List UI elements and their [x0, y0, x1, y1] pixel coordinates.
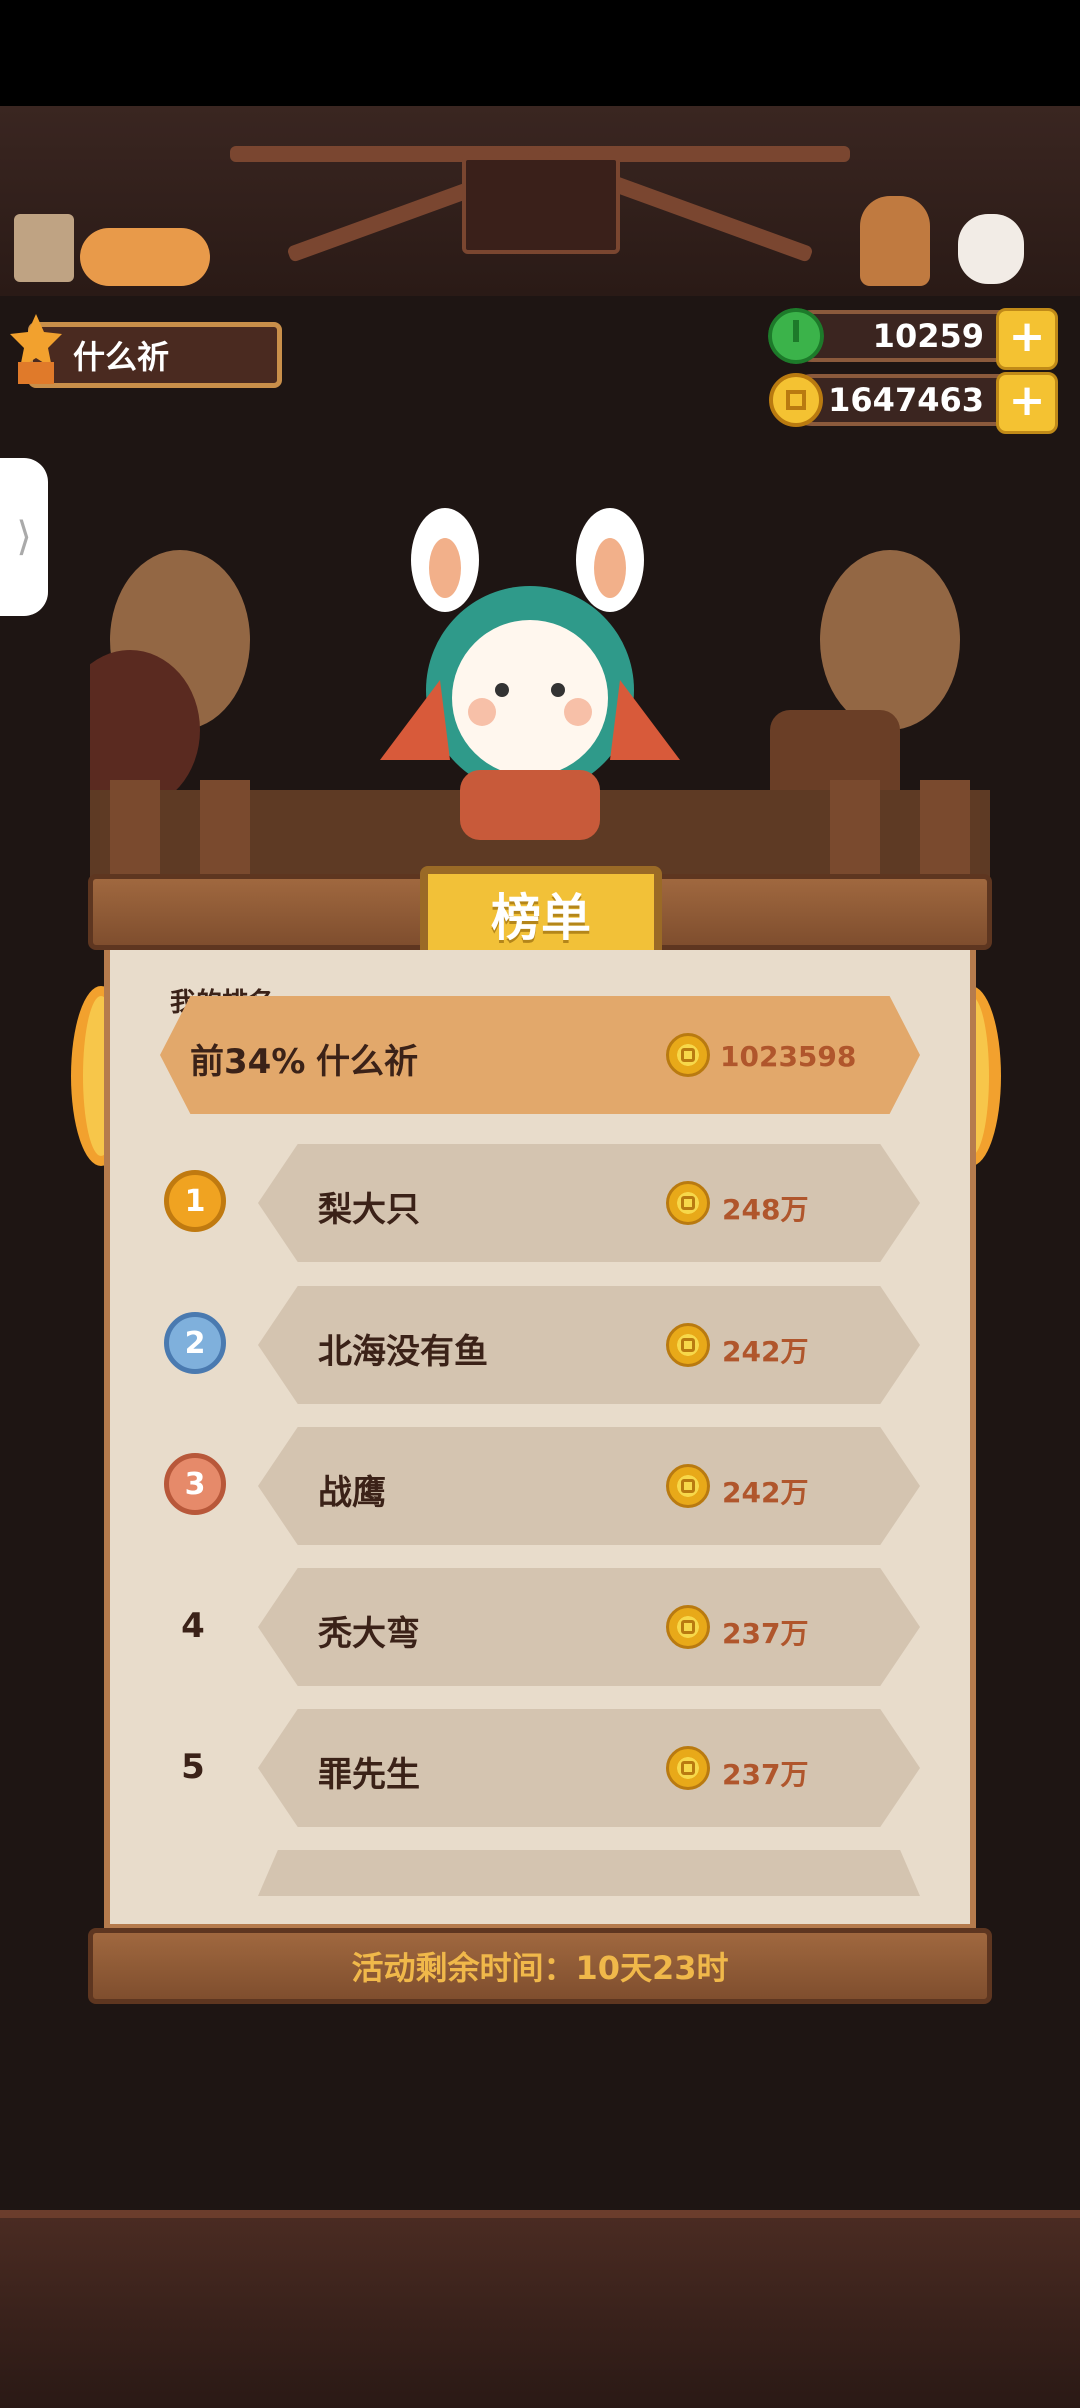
- rank-row-6-partial: [258, 1850, 920, 1896]
- medal-icon: 1: [164, 1170, 226, 1232]
- rank-score: 248万: [722, 1193, 809, 1226]
- rank-score: 242万: [722, 1335, 809, 1368]
- user-name-box[interactable]: 什么祈: [28, 322, 282, 388]
- coin-icon: [666, 1605, 710, 1649]
- add-gems-button[interactable]: +: [996, 308, 1058, 370]
- coin-icon: [769, 373, 823, 427]
- add-coins-button[interactable]: +: [996, 372, 1058, 434]
- gem-icon: [768, 308, 824, 364]
- my-rank-percent: 前34%: [190, 1042, 306, 1082]
- side-drawer-tab[interactable]: ⟩: [0, 458, 48, 616]
- rank-name: 罪先生: [318, 1755, 420, 1795]
- gem-count: 10259: [872, 317, 984, 355]
- rank-name: 战鹰: [318, 1473, 386, 1513]
- coin-icon: [666, 1181, 710, 1225]
- coin-counter: 1647463 +: [769, 372, 1058, 434]
- medal-icon: 2: [164, 1312, 226, 1374]
- my-rank-score: 1023598: [720, 1040, 857, 1073]
- rank-score: 237万: [722, 1758, 809, 1791]
- event-time-remaining: 活动剩余时间：10天23时: [88, 1928, 992, 2004]
- rank-name: 秃大弯: [318, 1614, 420, 1654]
- roof-decoration: [0, 106, 1080, 306]
- coin-icon: [666, 1033, 710, 1077]
- rank-name: 北海没有鱼: [318, 1332, 488, 1372]
- coin-icon: [666, 1746, 710, 1790]
- chevron-right-icon: ⟩: [16, 514, 32, 560]
- my-rank-name: 什么祈: [316, 1042, 418, 1082]
- rank-score: 242万: [722, 1476, 809, 1509]
- plus-icon: +: [1008, 311, 1046, 362]
- rank-name: 梨大只: [318, 1190, 420, 1230]
- user-name: 什么祈: [73, 338, 170, 376]
- mascot-illustration: [90, 508, 990, 880]
- medal-icon: 3: [164, 1453, 226, 1515]
- user-badge-icon: [10, 314, 62, 384]
- floor-decoration: [0, 2210, 1080, 2408]
- rank-number: 5: [181, 1747, 205, 1787]
- plus-icon: +: [1008, 375, 1046, 426]
- gem-counter: 10259 +: [768, 308, 1058, 370]
- status-bar: [0, 0, 1080, 106]
- board-title: 榜单: [420, 866, 662, 962]
- coin-icon: [666, 1464, 710, 1508]
- rank-number: 4: [181, 1606, 205, 1646]
- coin-icon: [666, 1323, 710, 1367]
- rank-score: 237万: [722, 1617, 809, 1650]
- coin-count: 1647463: [828, 381, 984, 419]
